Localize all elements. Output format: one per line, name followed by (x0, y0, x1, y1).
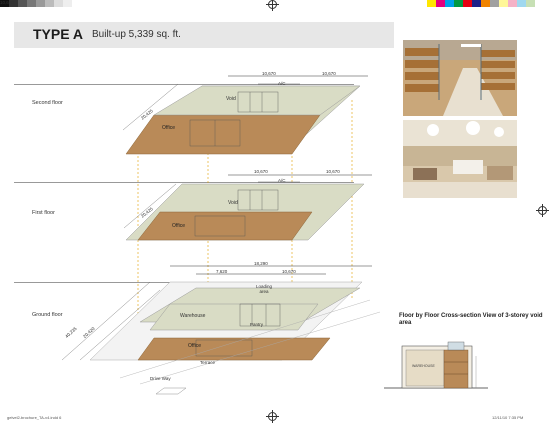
second-floor-dim-left-2: 10,670 (262, 71, 276, 76)
second-floor-ac-label: A/C (278, 81, 286, 86)
pantry-label: Pantry (250, 322, 264, 327)
driveway-label: Drive Way (150, 376, 171, 381)
second-floor-dim-right: 10,670 (322, 71, 336, 76)
first-floor-void-label: Void (228, 200, 238, 206)
first-floor-ac-label: A/C (278, 178, 286, 183)
showroom-photo (403, 120, 517, 198)
ground-floor-dim-total: 18,290 (254, 261, 268, 266)
ground-floor-dim-left: 7,620 (216, 269, 228, 274)
warehouse-photo (403, 40, 517, 116)
footer-timestamp: 12/11/10 7:35 PM (492, 415, 524, 420)
ground-floor-plan (61, 265, 381, 395)
first-floor-dim-left: 10,670 (254, 169, 268, 174)
first-floor-plan (123, 174, 372, 241)
ground-office-label: Office (188, 343, 201, 349)
second-floor-dim-left: 10,670 (0, 0, 14, 5)
section-caption: Floor by Floor Cross-section View of 3-s… (399, 313, 543, 326)
loading-area-label: Loading area (255, 284, 273, 294)
first-floor-office-label: Office (172, 223, 185, 229)
first-floor-dim-right: 10,670 (326, 169, 340, 174)
section-room-label: WAREHOUSE (412, 364, 435, 368)
footer-file-info: gelvel2-brochure_TA-v4.indd 6 (7, 415, 62, 420)
second-floor-void-label: Void (226, 96, 236, 102)
warehouse-label: Warehouse (180, 313, 206, 319)
ground-floor-dim-right: 10,670 (282, 269, 296, 274)
terrace-label: Terrace (200, 360, 216, 365)
cross-section-drawing: WAREHOUSE (384, 336, 490, 392)
second-floor-office-label: Office (162, 125, 175, 131)
second-floor-plan (122, 75, 368, 155)
